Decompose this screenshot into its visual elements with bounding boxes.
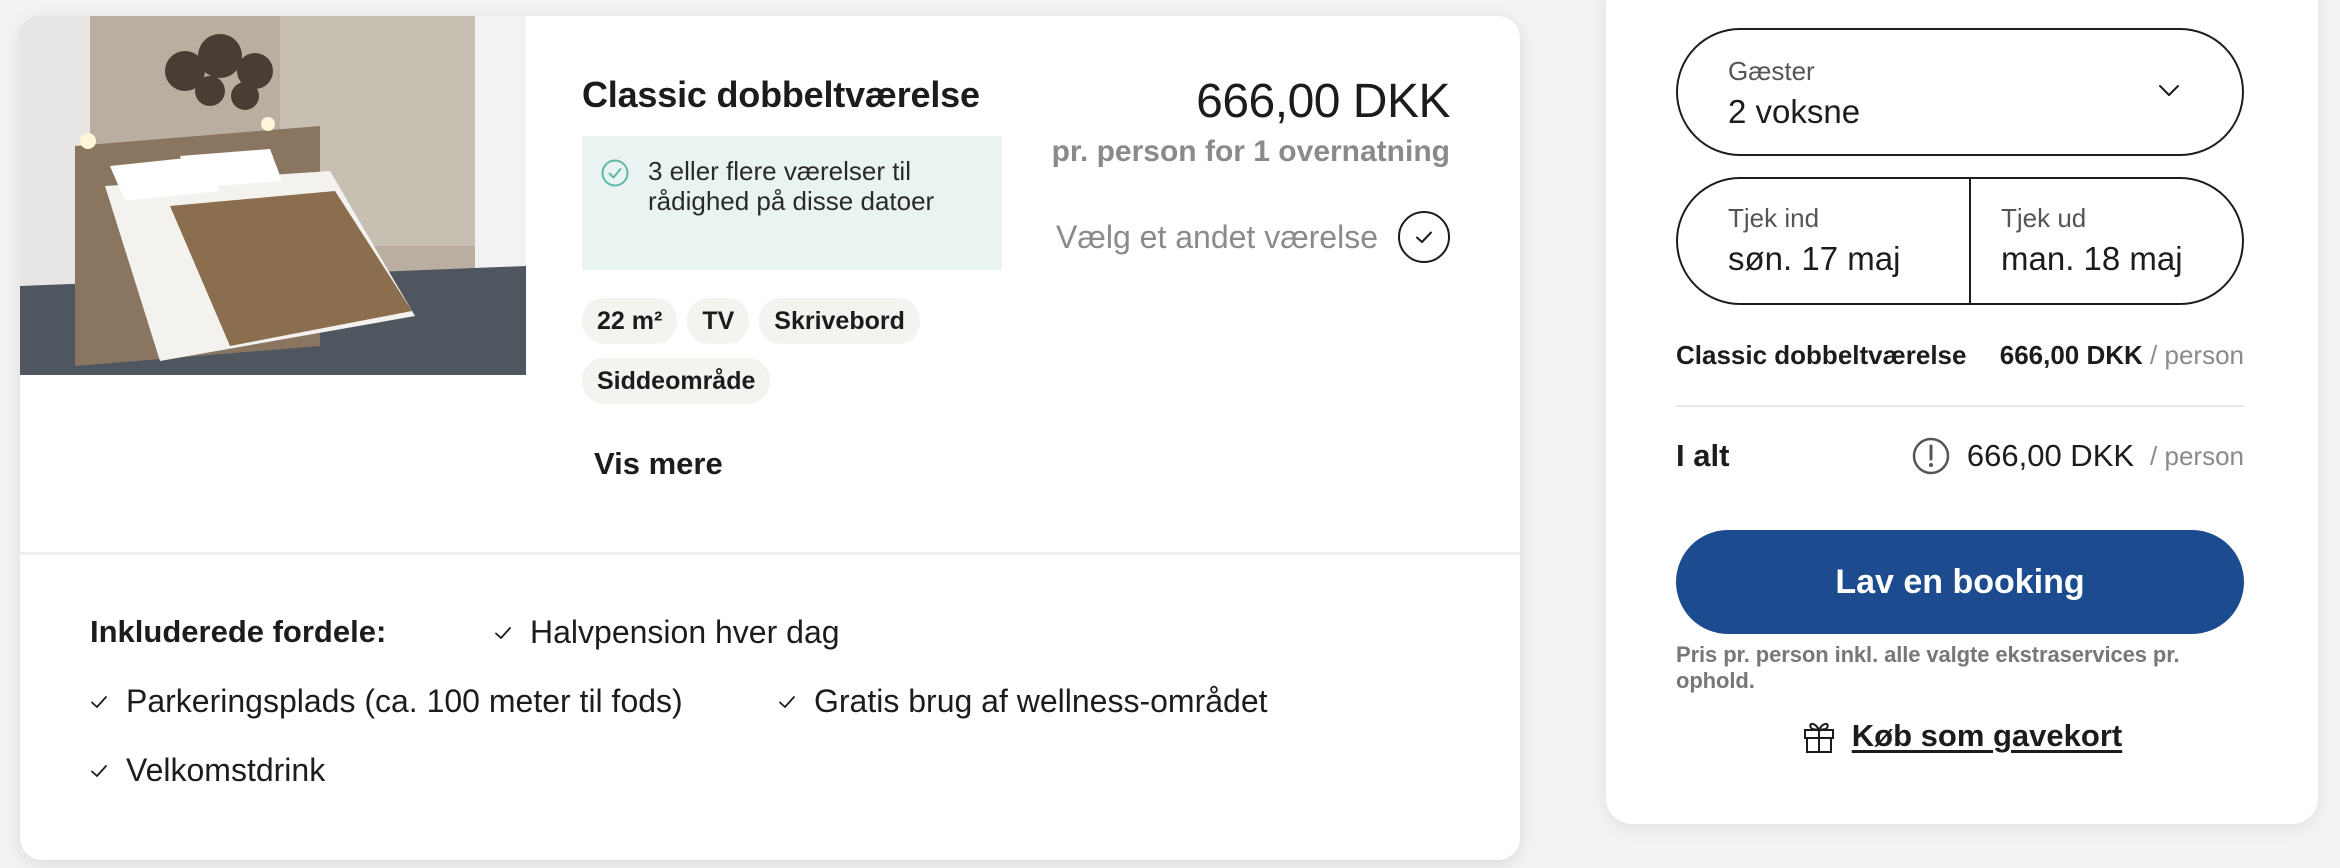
choose-other-room-label: Vælg et andet værelse bbox=[1056, 218, 1378, 255]
tag-seating: Siddeområde bbox=[582, 358, 771, 404]
date-range-picker: Tjek ind søn. 17 maj Tjek ud man. 18 maj bbox=[1676, 177, 2244, 305]
checkout-value: man. 18 maj bbox=[2001, 240, 2183, 277]
check-icon bbox=[91, 764, 107, 777]
gift-card-link[interactable]: Køb som gavekort bbox=[1606, 718, 2318, 754]
checkin-value: søn. 17 maj bbox=[1728, 240, 1901, 277]
room-price-line: Classic dobbeltværelse 666,00 DKK / pers… bbox=[1676, 340, 2244, 371]
checkout-field[interactable]: Tjek ud man. 18 maj bbox=[1969, 179, 2242, 303]
checkin-label: Tjek ind bbox=[1728, 203, 1820, 233]
check-icon bbox=[779, 695, 795, 708]
benefit-item: Halvpension hver dag bbox=[494, 614, 840, 651]
guests-select[interactable]: Gæster 2 voksne bbox=[1676, 28, 2244, 156]
total-price-group: 666,00 DKK / person bbox=[1911, 436, 2244, 476]
benefit-text: Parkeringsplads (ca. 100 meter til fods) bbox=[126, 683, 683, 719]
tag-area: 22 m² bbox=[582, 298, 678, 344]
availability-text: 3 eller flere værelser til rådighed på d… bbox=[648, 156, 935, 216]
room-tags: 22 m² TV Skrivebord Siddeområde bbox=[582, 298, 1022, 404]
room-title: Classic dobbeltværelse bbox=[582, 74, 980, 115]
room-info: Classic dobbeltværelse 3 eller flere vær… bbox=[582, 74, 1022, 482]
benefit-text: Velkomstdrink bbox=[126, 752, 326, 788]
tag-desk: Skrivebord bbox=[759, 298, 920, 344]
total-label: I alt bbox=[1676, 438, 1730, 473]
total-price: 666,00 DKK bbox=[1966, 438, 2135, 473]
price-subtitle: pr. person for 1 overnatning bbox=[1051, 135, 1450, 168]
benefit-item: Parkeringsplads (ca. 100 meter til fods) bbox=[90, 683, 683, 720]
checkin-field[interactable]: Tjek ind søn. 17 maj bbox=[1678, 179, 1969, 303]
check-icon bbox=[495, 626, 511, 639]
availability-notice: 3 eller flere værelser til rådighed på d… bbox=[582, 136, 1002, 270]
booking-panel: Gæster 2 voksne Tjek ind søn. 17 maj Tje… bbox=[1606, 0, 2318, 824]
price-block: 666,00 DKK pr. person for 1 overnatning … bbox=[1051, 74, 1451, 263]
divider bbox=[20, 552, 1520, 555]
benefit-text: Halvpension hver dag bbox=[530, 614, 840, 650]
choose-other-room-button[interactable]: Vælg et andet værelse bbox=[1052, 211, 1450, 263]
room-line-label: Classic dobbeltværelse bbox=[1676, 340, 1967, 370]
benefit-item: Velkomstdrink bbox=[90, 752, 325, 789]
benefit-item: Gratis brug af wellness-området bbox=[778, 683, 1268, 720]
divider bbox=[1676, 405, 2244, 407]
room-line-price: 666,00 DKK bbox=[1999, 340, 2143, 370]
show-more-link[interactable]: Vis mere bbox=[594, 446, 723, 482]
total-line: I alt 666,00 DKK / person bbox=[1676, 436, 2244, 476]
tag-tv: TV bbox=[687, 298, 750, 344]
checkout-label: Tjek ud bbox=[2001, 203, 2087, 233]
price-note: Pris pr. person inkl. alle valgte ekstra… bbox=[1676, 642, 2180, 693]
check-circle-icon bbox=[601, 159, 629, 187]
guests-value: 2 voksne bbox=[1728, 93, 1861, 130]
guests-label: Gæster bbox=[1728, 56, 1815, 86]
benefits-label: Inkluderede fordele: bbox=[90, 614, 387, 649]
room-photo bbox=[20, 16, 526, 375]
per-person-label: / person bbox=[2150, 440, 2244, 471]
info-exclamation-icon[interactable] bbox=[1911, 436, 1951, 476]
chevron-down-icon bbox=[2159, 85, 2179, 96]
check-icon bbox=[91, 695, 107, 708]
per-person-label: / person bbox=[2150, 340, 2244, 370]
check-icon bbox=[1398, 211, 1450, 263]
room-price: 666,00 DKK bbox=[1196, 75, 1450, 128]
room-card: Classic dobbeltværelse 3 eller flere vær… bbox=[20, 16, 1520, 860]
gift-card-label: Køb som gavekort bbox=[1851, 718, 2123, 753]
gift-icon bbox=[1803, 722, 1834, 753]
benefit-text: Gratis brug af wellness-området bbox=[814, 683, 1268, 719]
book-button[interactable]: Lav en booking bbox=[1676, 530, 2244, 634]
room-line-price-group: 666,00 DKK / person bbox=[2000, 340, 2244, 371]
